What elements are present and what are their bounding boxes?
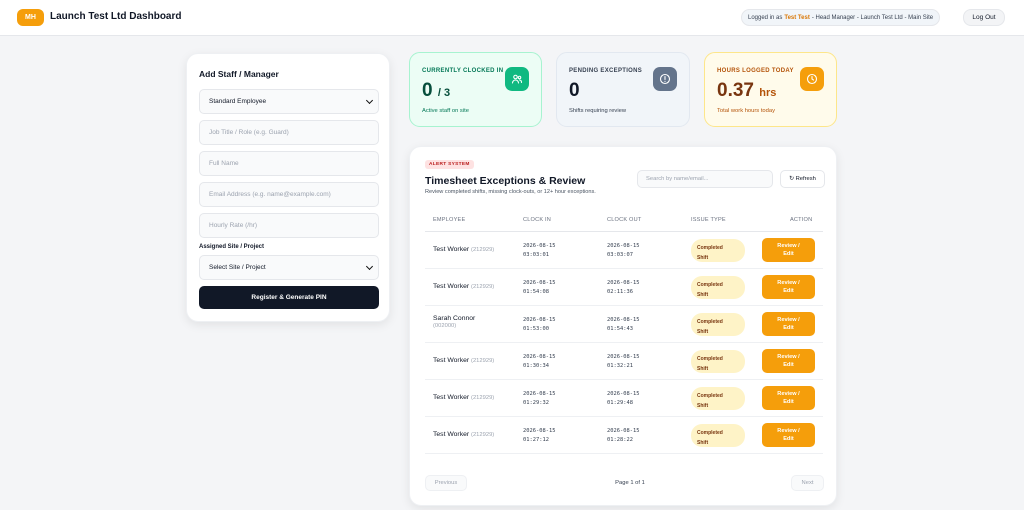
- table-row: Test Worker (212929) 2026-08-15 01:29:32 20…: [425, 380, 823, 417]
- clocked-in-sub: Active staff on site: [422, 108, 469, 114]
- employee-name: Test Worker (212929): [433, 246, 495, 253]
- issue-type-badge: Completed Shift: [691, 350, 745, 373]
- employee-pin: (002000): [433, 323, 457, 329]
- issue-type-badge: Completed Shift: [691, 276, 745, 299]
- page-info: Page 1 of 1: [615, 480, 645, 486]
- issue-type-badge: Completed Shift: [691, 387, 745, 410]
- review-edit-button[interactable]: Review / Edit: [762, 275, 815, 299]
- issue-type-badge: Completed Shift: [691, 313, 745, 336]
- hours-sub: Total work hours today: [717, 108, 775, 114]
- clock-in-time: 2026-08-15 01:54:08: [523, 280, 556, 295]
- alert-icon: [653, 67, 677, 91]
- employee-pin: (212929): [471, 358, 495, 364]
- clock-icon: [800, 67, 824, 91]
- employee-pin: (212929): [471, 284, 495, 290]
- issue-type-badge: Completed Shift: [691, 424, 745, 447]
- employee-pin: (212929): [471, 247, 495, 253]
- hourly-rate-input[interactable]: Hourly Rate (/hr): [199, 213, 379, 238]
- site-select[interactable]: Select Site / Project: [199, 255, 379, 280]
- search-input[interactable]: Search by name/email...: [637, 170, 773, 188]
- app-title: Launch Test Ltd Dashboard: [50, 11, 182, 22]
- review-edit-button[interactable]: Review / Edit: [762, 238, 815, 262]
- job-title-input[interactable]: Job Title / Role (e.g. Guard): [199, 120, 379, 145]
- pending-exceptions-card: PENDING EXCEPTIONS 0 Shifts requiring re…: [556, 52, 690, 127]
- clock-out-time: 2026-08-15 01:54:43: [607, 317, 640, 332]
- site-label: Assigned Site / Project: [199, 244, 265, 250]
- next-page-button[interactable]: Next: [791, 475, 824, 491]
- hours-logged-card: HOURS LOGGED TODAY 0.37 hrs Total work h…: [704, 52, 837, 127]
- employee-name: Test Worker (212929): [433, 394, 495, 401]
- review-edit-button[interactable]: Review / Edit: [762, 423, 815, 447]
- timesheet-card: ALERT SYSTEM Timesheet Exceptions & Revi…: [409, 146, 837, 506]
- clock-in-time: 2026-08-15 01:53:00: [523, 317, 556, 332]
- table-row: Test Worker (212929) 2026-08-15 01:30:34 20…: [425, 343, 823, 380]
- clocked-in-value: 0 / 3: [422, 80, 451, 101]
- table-row: Sarah Connor (002000) 2026-08-15 01:53:00 20…: [425, 306, 823, 343]
- login-suffix: - Head Manager - Launch Test Ltd - Main …: [811, 14, 934, 21]
- register-button[interactable]: Register & Generate PIN: [199, 286, 379, 309]
- clock-out-time: 2026-08-15 02:11:36: [607, 280, 640, 295]
- login-status: Logged in as Test Test - Head Manager - …: [741, 9, 941, 26]
- clock-out-time: 2026-08-15 03:03:07: [607, 243, 640, 258]
- column-header-clock-in: CLOCK IN: [523, 217, 552, 223]
- table-row: Test Worker (212929) 2026-08-15 03:03:01 20…: [425, 232, 823, 269]
- timesheet-title: Timesheet Exceptions & Review: [425, 175, 586, 187]
- exceptions-label: PENDING EXCEPTIONS: [569, 68, 643, 74]
- table-row: Test Worker (212929) 2026-08-15 01:54:08 20…: [425, 269, 823, 306]
- employee-name: Test Worker (212929): [433, 357, 495, 364]
- employee-pin: (212929): [471, 395, 495, 401]
- hours-label: HOURS LOGGED TODAY: [717, 68, 794, 74]
- add-staff-card: Add Staff / Manager Standard Employee Jo…: [186, 53, 390, 322]
- column-header-issue-type: ISSUE TYPE: [691, 217, 726, 223]
- role-select[interactable]: Standard Employee: [199, 89, 379, 114]
- add-staff-title: Add Staff / Manager: [199, 69, 279, 79]
- role-select-value: Standard Employee: [209, 98, 267, 105]
- employee-pin: (212929): [471, 432, 495, 438]
- issue-type-badge: Completed Shift: [691, 239, 745, 262]
- column-header-employee: EMPLOYEE: [433, 217, 466, 223]
- login-prefix: Logged in as: [748, 14, 783, 21]
- employee-name: Test Worker (212929): [433, 283, 495, 290]
- clocked-in-label: CURRENTLY CLOCKED IN: [422, 68, 504, 74]
- login-user: Test Test: [784, 14, 810, 21]
- clock-in-time: 2026-08-15 01:29:32: [523, 391, 556, 406]
- column-header-action: ACTION: [790, 217, 813, 223]
- clock-in-time: 2026-08-15 01:30:34: [523, 354, 556, 369]
- clocked-in-card: CURRENTLY CLOCKED IN 0 / 3 Active staff …: [409, 52, 542, 127]
- review-edit-button[interactable]: Review / Edit: [762, 349, 815, 373]
- chevron-down-icon: [365, 96, 374, 104]
- logout-button[interactable]: Log Out: [963, 9, 1005, 26]
- timesheet-subtitle: Review completed shifts, missing clock-o…: [425, 189, 596, 195]
- top-bar: MH Launch Test Ltd Dashboard Logged in a…: [0, 0, 1024, 36]
- review-edit-button[interactable]: Review / Edit: [762, 386, 815, 410]
- users-icon: [505, 67, 529, 91]
- site-select-value: Select Site / Project: [209, 264, 266, 271]
- hours-value: 0.37 hrs: [717, 80, 777, 101]
- exceptions-value: 0: [569, 80, 580, 101]
- employee-name: Sarah Connor (002000): [433, 315, 476, 329]
- clock-out-time: 2026-08-15 01:32:21: [607, 354, 640, 369]
- chevron-down-icon: [365, 262, 374, 270]
- clock-out-time: 2026-08-15 01:29:48: [607, 391, 640, 406]
- alert-system-badge: ALERT SYSTEM: [425, 160, 474, 169]
- table-row: Test Worker (212929) 2026-08-15 01:27:12 20…: [425, 417, 823, 454]
- refresh-button[interactable]: ↻ Refresh: [780, 170, 825, 188]
- clock-in-time: 2026-08-15 01:27:12: [523, 428, 556, 443]
- full-name-input[interactable]: Full Name: [199, 151, 379, 176]
- exceptions-sub: Shifts requiring review: [569, 108, 627, 114]
- column-header-clock-out: CLOCK OUT: [607, 217, 642, 223]
- previous-page-button[interactable]: Previous: [425, 475, 467, 491]
- company-logo: MH: [17, 9, 44, 26]
- email-input[interactable]: Email Address (e.g. name@example.com): [199, 182, 379, 207]
- clock-in-time: 2026-08-15 03:03:01: [523, 243, 556, 258]
- employee-name: Test Worker (212929): [433, 431, 495, 438]
- clock-out-time: 2026-08-15 01:28:22: [607, 428, 640, 443]
- review-edit-button[interactable]: Review / Edit: [762, 312, 815, 336]
